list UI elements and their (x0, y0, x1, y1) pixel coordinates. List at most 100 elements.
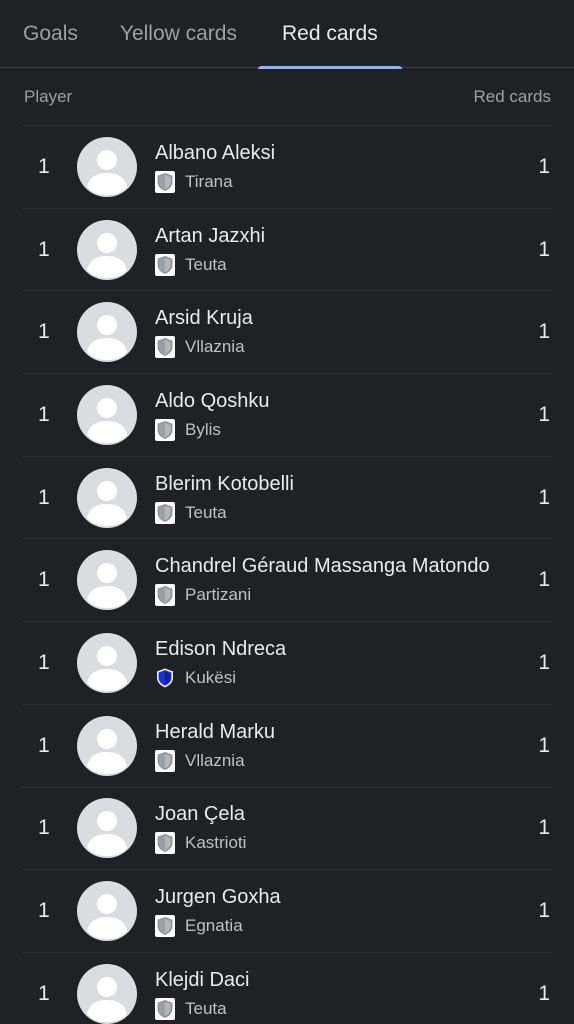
team-line: Egnatia (155, 915, 522, 938)
shield-grey-icon (155, 336, 175, 359)
team-name: Vllaznia (185, 337, 245, 357)
team-line: Vllaznia (155, 749, 522, 772)
table-row[interactable]: 1 Aldo Qoshku Bylis 1 (22, 374, 552, 457)
player-name: Arsid Kruja (155, 307, 253, 330)
rank-number: 1 (38, 816, 50, 840)
shield-grey-icon (155, 749, 175, 772)
player-name: Blerim Kotobelli (155, 472, 294, 495)
player-info: Albano Aleksi Tirana (155, 141, 522, 193)
rank-number: 1 (38, 650, 50, 674)
shield-grey-icon (155, 584, 175, 607)
rank-number: 1 (38, 981, 50, 1005)
red-cards-value: 1 (538, 320, 550, 344)
tab-yellow-cards[interactable]: Yellow cards (99, 0, 258, 68)
player-avatar-icon (77, 632, 137, 693)
player-name: Albano Aleksi (155, 141, 276, 164)
table-row[interactable]: 1 Arsid Kruja Vllaznia 1 (22, 291, 552, 375)
table-row[interactable]: 1 Klejdi Daci Teuta 1 (22, 953, 552, 1024)
shield-grey-icon (155, 915, 175, 938)
red-cards-value: 1 (538, 154, 550, 178)
player-info: Edison Ndreca Kukësi (155, 637, 522, 689)
player-name: Joan Çela (155, 803, 246, 826)
table-row[interactable]: 1 Jurgen Goxha Egnatia 1 (22, 870, 552, 953)
red-cards-value: 1 (538, 568, 550, 592)
team-line: Vllaznia (155, 336, 522, 359)
rank-number: 1 (38, 402, 50, 426)
team-name: Teuta (185, 998, 227, 1018)
red-cards-value: 1 (538, 650, 550, 674)
shield-grey-icon (155, 997, 175, 1020)
player-info: Aldo Qoshku Bylis (155, 389, 522, 441)
team-name: Egnatia (185, 916, 243, 936)
player-info: Artan Jazxhi Teuta (155, 224, 522, 276)
table-row[interactable]: 1 Herald Marku Vllaznia 1 (22, 705, 552, 788)
rank-number: 1 (38, 320, 50, 344)
table-row[interactable]: 1 Joan Çela Kastrioti 1 (22, 788, 552, 871)
team-name: Tirana (185, 171, 233, 191)
player-name: Aldo Qoshku (155, 389, 270, 412)
red-cards-value: 1 (538, 816, 550, 840)
shield-grey-icon (155, 501, 175, 524)
column-header-red-cards: Red cards (473, 86, 551, 106)
team-line: Partizani (155, 584, 522, 607)
rank-number: 1 (38, 237, 50, 261)
red-cards-value: 1 (538, 899, 550, 923)
shield-grey-icon (155, 832, 175, 855)
team-line: Kukësi (155, 667, 522, 689)
red-cards-value: 1 (538, 981, 550, 1005)
shield-grey-icon (155, 253, 175, 276)
player-name: Klejdi Daci (155, 968, 250, 991)
table-row[interactable]: 1 Artan Jazxhi Teuta 1 (22, 209, 552, 292)
shield-grey-icon (155, 170, 175, 193)
player-avatar-icon (77, 963, 137, 1024)
rank-number: 1 (38, 733, 50, 757)
player-list: 1 Albano Aleksi Tirana 1 1 Artan Jazxhi Teuta 1… (22, 125, 552, 1024)
table-row[interactable]: 1 Albano Aleksi Tirana 1 (22, 126, 552, 209)
tab-red-cards[interactable]: Red cards (257, 0, 402, 69)
shield-grey-icon (155, 418, 175, 441)
rank-number: 1 (38, 154, 50, 178)
team-name: Kastrioti (185, 833, 247, 853)
player-avatar-icon (77, 384, 137, 445)
tab-goals[interactable]: Goals (2, 0, 99, 68)
team-name: Vllaznia (185, 750, 245, 770)
red-cards-value: 1 (538, 733, 550, 757)
player-info: Jurgen Goxha Egnatia (155, 885, 522, 938)
red-cards-value: 1 (538, 237, 550, 261)
table-header: Player Red cards (0, 68, 574, 125)
rank-number: 1 (38, 899, 50, 923)
player-info: Joan Çela Kastrioti (155, 802, 522, 855)
player-avatar-icon (77, 136, 137, 197)
player-info: Blerim Kotobelli Teuta (155, 472, 522, 524)
team-line: Bylis (155, 418, 522, 441)
tab-bar: Goals Yellow cards Red cards (0, 0, 574, 69)
player-avatar-icon (77, 467, 137, 528)
player-avatar-icon (77, 550, 137, 611)
player-avatar-icon (77, 798, 137, 859)
column-header-player: Player (24, 86, 73, 106)
team-name: Partizani (185, 585, 252, 605)
team-line: Kastrioti (155, 832, 522, 855)
player-name: Edison Ndreca (155, 637, 287, 660)
red-cards-value: 1 (538, 402, 550, 426)
table-row[interactable]: 1 Chandrel Géraud Massanga Matondo Partiza… (22, 539, 552, 623)
team-line: Teuta (155, 253, 522, 276)
player-name: Artan Jazxhi (155, 224, 266, 247)
player-info: Klejdi Daci Teuta (155, 968, 522, 1020)
rank-number: 1 (38, 485, 50, 509)
table-row[interactable]: 1 Blerim Kotobelli Teuta 1 (22, 457, 552, 540)
team-line: Tirana (155, 170, 522, 193)
team-name: Kukësi (185, 667, 237, 687)
team-name: Bylis (185, 419, 221, 439)
team-name: Teuta (185, 502, 227, 522)
player-info: Arsid Kruja Vllaznia (155, 306, 522, 359)
player-avatar-icon (77, 715, 137, 776)
team-line: Teuta (155, 501, 522, 524)
rank-number: 1 (38, 568, 50, 592)
table-row[interactable]: 1 Edison Ndreca Kukësi 1 (22, 622, 552, 705)
player-info: Herald Marku Vllaznia (155, 720, 522, 772)
player-info: Chandrel Géraud Massanga Matondo Partizan… (155, 554, 522, 607)
shield-blue-icon (155, 667, 175, 689)
player-name: Herald Marku (155, 720, 276, 743)
team-name: Teuta (185, 254, 227, 274)
